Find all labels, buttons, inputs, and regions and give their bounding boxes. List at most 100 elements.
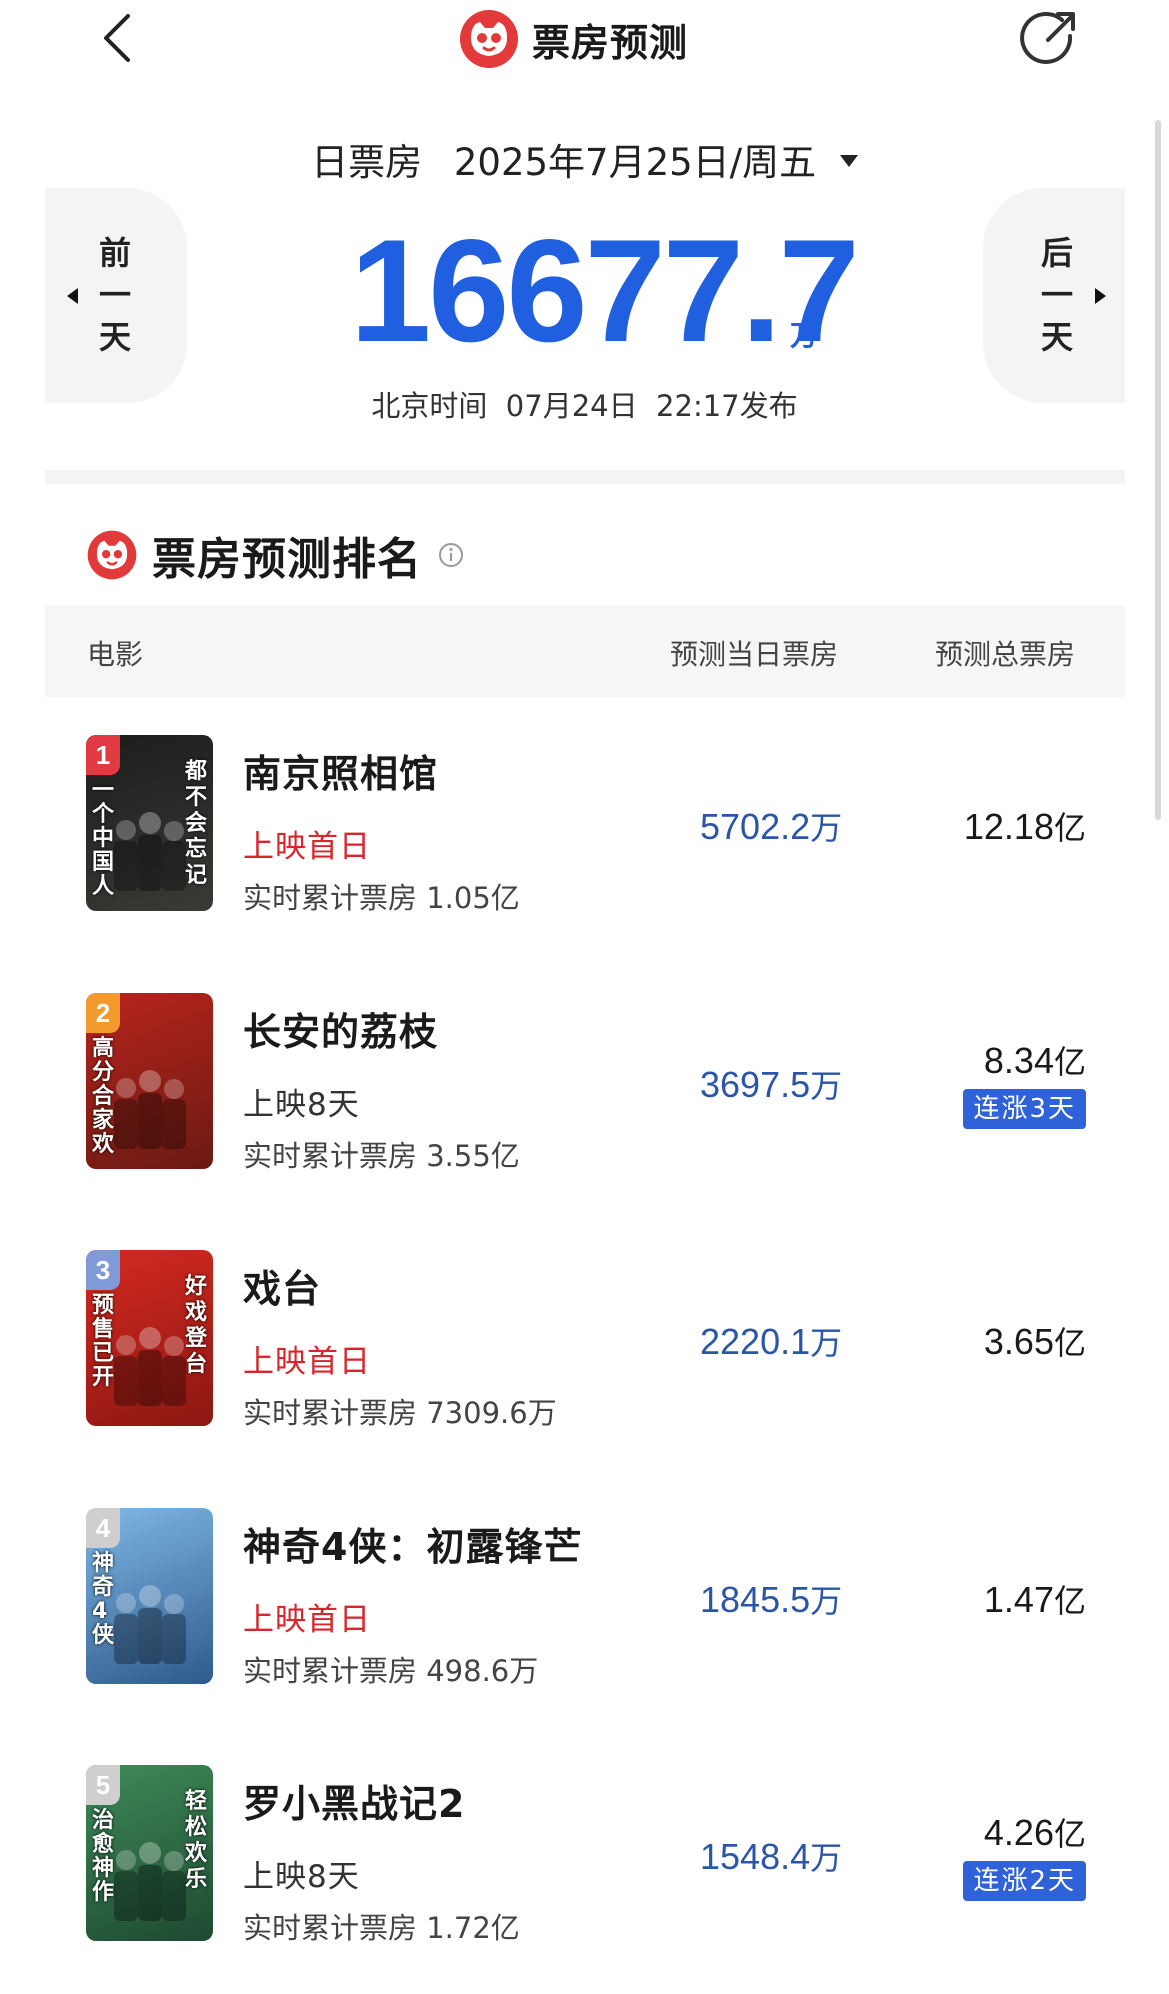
movie-row[interactable]: 预售已开 好戏登台 3 戏台上映首日实时累计票房 7309.6万 2220.1万 3.65… <box>0 1250 1169 1450</box>
poster-text: 高分合家欢 <box>92 1036 115 1157</box>
column-total-forecast[interactable]: 预测总票房 <box>935 633 1075 673</box>
day-forecast-value: 5702.2 <box>700 806 811 847</box>
movie-row[interactable]: 高分合家欢 2 长安的荔枝 上映8天 实时累计票房 3.55亿 3697.5万 8.34亿连… <box>0 993 1169 1193</box>
info-icon[interactable] <box>438 542 464 568</box>
nav-title: 票房预测 <box>458 8 688 70</box>
movie-row[interactable]: 治愈神作 轻松欢乐 5 罗小黑战记2 上映8天实时累计票房 1.72亿 1548.4万 4.… <box>0 1765 1169 1965</box>
prev-day-label: 前一天 <box>98 234 131 356</box>
day-forecast-unit: 万 <box>810 1067 843 1105</box>
total-forecast-unit: 亿 <box>1053 809 1086 847</box>
column-day-forecast[interactable]: 预测当日票房 <box>670 633 838 673</box>
poster-text: 都不会忘记 <box>185 759 208 888</box>
prev-day-button[interactable]: 前一天 <box>45 188 187 403</box>
rank-badge: 4 <box>86 1508 120 1548</box>
page-title: 票房预测 <box>532 20 689 65</box>
release-status: 上映首日 <box>243 829 371 865</box>
ranking-title: 票房预测排名 <box>152 534 422 585</box>
streak-badge: 连涨3天 <box>963 1089 1086 1129</box>
movie-title[interactable]: 戏台 <box>243 1258 321 1313</box>
movie-title[interactable]: 罗小黑战记2 <box>243 1773 465 1828</box>
release-status: 上映8天 <box>243 1859 360 1895</box>
total-forecast-value: 8.34 <box>983 1040 1054 1081</box>
chevron-left-icon <box>104 14 130 62</box>
release-status: 上映首日 <box>243 1344 371 1380</box>
cumulative-box-office: 实时累计票房 7309.6万 <box>243 1396 557 1430</box>
movie-title[interactable]: 神奇4侠：初露锋芒 <box>243 1516 582 1571</box>
movie-row[interactable]: 一个中国人 都不会忘记 1 南京照相馆 上映首日 实时累计票房 1.05亿 5702.2万 1… <box>0 735 1169 935</box>
poster-text: 好戏登台 <box>185 1274 208 1377</box>
movie-poster[interactable]: 神奇4侠 4 <box>86 1508 213 1684</box>
movie-poster[interactable]: 高分合家欢 2 <box>86 993 213 1169</box>
table-header: 电影 预测当日票房 预测总票房 <box>45 605 1125 697</box>
release-status: 上映8天 <box>243 1087 360 1123</box>
movie-poster[interactable]: 治愈神作 轻松欢乐 5 <box>86 1765 213 1941</box>
release-status: 上映首日 <box>243 1602 371 1638</box>
poster-text: 一个中国人 <box>92 778 115 899</box>
selected-date: 2025年7月25日/周五 <box>453 141 817 184</box>
total-forecast-unit: 万 <box>790 319 819 352</box>
total-forecast-unit: 亿 <box>1053 1324 1086 1362</box>
movie-row[interactable]: 神奇4侠 4 神奇4侠：初露锋芒上映首日实时累计票房 498.6万 1845.5万 1.… <box>0 1508 1169 1708</box>
cumulative-box-office: 实时累计票房 498.6万 <box>243 1654 539 1688</box>
day-forecast: 1845.5万 <box>700 1576 842 1622</box>
poster-text: 轻松欢乐 <box>185 1789 208 1892</box>
day-forecast-unit: 万 <box>810 1582 843 1620</box>
movie-poster[interactable]: 预售已开 好戏登台 3 <box>86 1250 213 1426</box>
section-divider <box>45 470 1125 484</box>
maoyan-cat-logo-icon <box>460 10 518 68</box>
arrow-right-icon <box>1095 288 1106 304</box>
day-forecast: 1548.4万 <box>700 1833 842 1879</box>
back-button[interactable] <box>98 10 138 66</box>
cumulative-box-office: 实时累计票房 3.55亿 <box>243 1139 520 1173</box>
day-forecast: 3697.5万 <box>700 1061 842 1107</box>
movie-title[interactable]: 南京照相馆 <box>243 743 438 798</box>
movie-poster[interactable]: 一个中国人 都不会忘记 1 <box>86 735 213 911</box>
share-icon <box>1020 11 1075 64</box>
total-forecast: 4.26亿 <box>984 1809 1086 1855</box>
day-forecast-value: 1548.4 <box>700 1836 811 1877</box>
poster-text: 预售已开 <box>92 1293 115 1390</box>
streak-badge: 连涨2天 <box>963 1861 1086 1901</box>
total-forecast-value: 1.47 <box>983 1579 1054 1620</box>
top-nav-bar: 票房预测 <box>0 0 1169 80</box>
total-forecast: 8.34亿 <box>984 1037 1086 1083</box>
share-button[interactable] <box>1018 6 1082 70</box>
movie-title[interactable]: 长安的荔枝 <box>243 1001 438 1056</box>
rank-badge: 2 <box>86 993 120 1033</box>
poster-text: 治愈神作 <box>92 1808 115 1905</box>
day-forecast-value: 3697.5 <box>700 1064 811 1105</box>
total-forecast-value: 4.26 <box>983 1812 1054 1853</box>
next-day-button[interactable]: 后一天 <box>983 188 1125 403</box>
cumulative-box-office: 实时累计票房 1.05亿 <box>243 881 520 915</box>
poster-text: 神奇4侠 <box>92 1551 115 1648</box>
column-movie: 电影 <box>87 638 144 671</box>
next-day-label: 后一天 <box>1040 234 1073 356</box>
day-forecast: 2220.1万 <box>700 1318 842 1364</box>
rank-badge: 5 <box>86 1765 120 1805</box>
day-forecast-unit: 万 <box>810 809 843 847</box>
arrow-left-icon <box>67 288 78 304</box>
total-forecast-unit: 亿 <box>1053 1582 1086 1620</box>
box-office-forecast-page: 票房预测 日票房 2025年7月25日/周五 前一天 后一天 16677.7 万… <box>0 0 1169 1994</box>
date-selector[interactable]: 日票房 2025年7月25日/周五 <box>0 132 1169 186</box>
cumulative-box-office: 实时累计票房 1.72亿 <box>243 1911 520 1945</box>
day-forecast-value: 1845.5 <box>700 1579 811 1620</box>
dropdown-caret-icon <box>839 154 858 167</box>
rank-badge: 3 <box>86 1250 120 1290</box>
ranking-header: 票房预测排名 <box>86 523 464 587</box>
date-type-label: 日票房 <box>311 141 423 184</box>
total-forecast: 3.65亿 <box>984 1318 1086 1364</box>
day-forecast-unit: 万 <box>810 1839 843 1877</box>
total-forecast-unit: 亿 <box>1053 1815 1086 1853</box>
total-forecast-value: 3.65 <box>983 1321 1054 1362</box>
day-forecast: 5702.2万 <box>700 803 842 849</box>
total-forecast: 1.47亿 <box>984 1576 1086 1622</box>
total-forecast: 12.18亿 <box>964 803 1086 849</box>
total-forecast-value: 16677.7 <box>350 209 860 372</box>
total-forecast-value: 12.18 <box>963 806 1054 847</box>
total-forecast-unit: 亿 <box>1053 1043 1086 1081</box>
scrollbar[interactable] <box>1155 120 1161 820</box>
day-forecast-value: 2220.1 <box>700 1321 811 1362</box>
day-forecast-unit: 万 <box>810 1324 843 1362</box>
maoyan-cat-logo-icon <box>87 530 137 580</box>
